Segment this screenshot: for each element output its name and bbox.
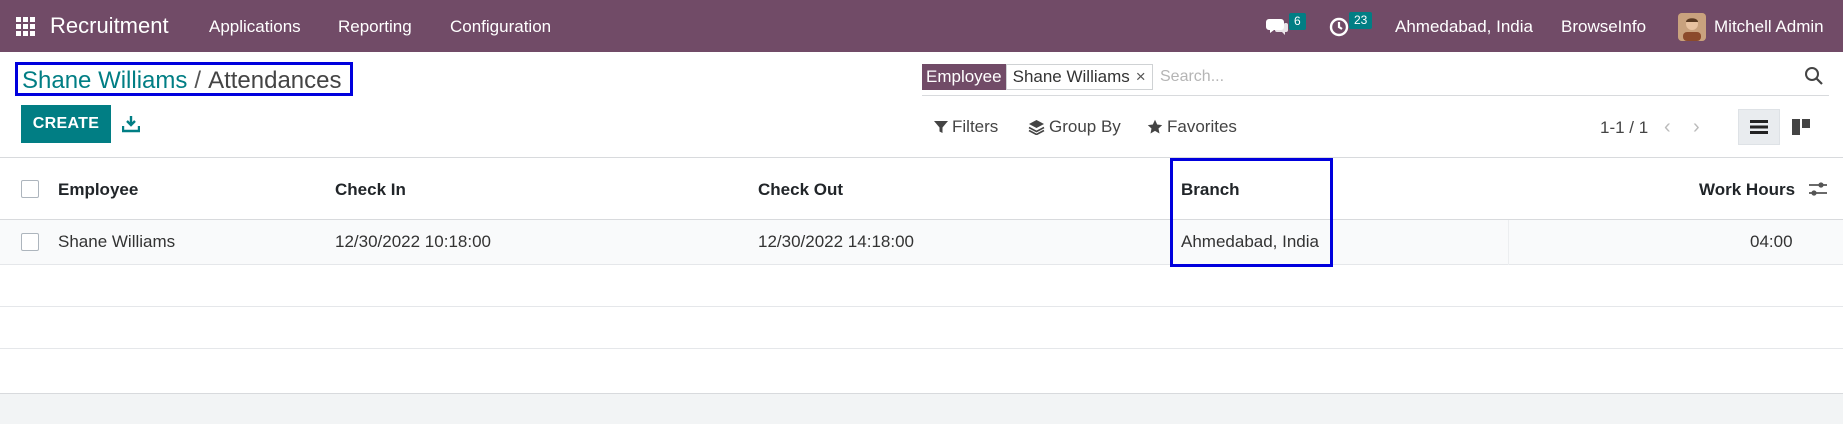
user-avatar[interactable]: [1678, 13, 1706, 41]
list-view-button[interactable]: [1738, 109, 1780, 145]
breadcrumb-parent-link[interactable]: Shane Williams: [22, 67, 187, 94]
breadcrumb-current: Attendances: [208, 67, 342, 94]
groupby-label: Group By: [1049, 117, 1121, 136]
facet-value: Shane Williams ×: [1005, 64, 1153, 90]
pager-value[interactable]: 1-1 / 1: [1600, 118, 1648, 138]
control-panel: Shane Williams / Attendances Employee Shan…: [0, 52, 1843, 158]
filters-button[interactable]: Filters: [934, 117, 998, 137]
activities-count-badge: 23: [1349, 12, 1373, 29]
table-header: Employee Check In Check Out Branch Work …: [0, 158, 1843, 220]
apps-grid-icon[interactable]: [16, 17, 35, 36]
column-check-out[interactable]: Check Out: [758, 180, 843, 200]
attendance-list: Employee Check In Check Out Branch Work …: [0, 158, 1843, 394]
chat-icon: [1266, 19, 1288, 35]
cell-work-hours: 04:00: [1750, 232, 1793, 251]
empty-row: [0, 349, 1843, 391]
select-all-checkbox[interactable]: [21, 180, 39, 198]
messages-count-badge: 6: [1289, 13, 1306, 30]
empty-row: [0, 265, 1843, 307]
download-icon[interactable]: [122, 115, 140, 133]
breadcrumb: Shane Williams / Attendances: [15, 62, 353, 96]
star-icon: [1147, 119, 1163, 134]
layers-icon: [1028, 120, 1045, 135]
company-browseinfo[interactable]: BrowseInfo: [1561, 17, 1646, 37]
pager-next-icon[interactable]: ›: [1693, 116, 1700, 139]
menu-applications[interactable]: Applications: [209, 17, 301, 37]
cell-employee: Shane Williams: [58, 232, 176, 251]
app-title[interactable]: Recruitment: [50, 13, 169, 39]
avatar-image: [1678, 13, 1706, 41]
optional-columns-icon[interactable]: [1808, 180, 1828, 198]
groupby-button[interactable]: Group By: [1028, 117, 1121, 137]
kanban-view-button[interactable]: [1780, 109, 1822, 145]
search-facet: Employee Shane Williams ×: [922, 64, 1153, 90]
search-input[interactable]: [1160, 64, 1760, 90]
filter-icon: [934, 121, 948, 133]
company-switcher[interactable]: Ahmedabad, India: [1395, 17, 1533, 37]
favorites-label: Favorites: [1167, 117, 1237, 136]
cell-check-out: 12/30/2022 14:18:00: [758, 232, 914, 251]
favorites-button[interactable]: Favorites: [1147, 117, 1237, 137]
list-icon: [1750, 120, 1768, 134]
kanban-icon: [1792, 119, 1810, 135]
top-navbar: Recruitment Applications Reporting Confi…: [0, 0, 1843, 52]
cell-check-in: 12/30/2022 10:18:00: [335, 232, 491, 251]
empty-row: [0, 307, 1843, 349]
column-work-hours[interactable]: Work Hours: [1699, 180, 1795, 200]
clock-icon: [1329, 17, 1349, 37]
menu-configuration[interactable]: Configuration: [450, 17, 551, 37]
breadcrumb-separator: /: [194, 67, 202, 94]
create-button[interactable]: CREATE: [21, 105, 111, 143]
column-divider: [1508, 220, 1509, 265]
user-menu[interactable]: Mitchell Admin: [1714, 17, 1824, 37]
search-bar: Employee Shane Williams ×: [922, 62, 1829, 96]
column-employee[interactable]: Employee: [58, 180, 138, 200]
branch-column-highlight: [1170, 158, 1333, 267]
table-row[interactable]: Shane Williams 12/30/2022 10:18:00 12/30…: [0, 220, 1843, 265]
filters-label: Filters: [952, 117, 999, 136]
facet-value-text: Shane Williams: [1012, 67, 1130, 86]
search-icon[interactable]: [1804, 66, 1824, 86]
menu-reporting[interactable]: Reporting: [338, 17, 412, 37]
row-checkbox[interactable]: [21, 233, 39, 251]
facet-label: Employee: [922, 64, 1006, 90]
pager-previous-icon[interactable]: ‹: [1664, 116, 1671, 139]
facet-remove-icon[interactable]: ×: [1136, 67, 1146, 86]
column-check-in[interactable]: Check In: [335, 180, 406, 200]
